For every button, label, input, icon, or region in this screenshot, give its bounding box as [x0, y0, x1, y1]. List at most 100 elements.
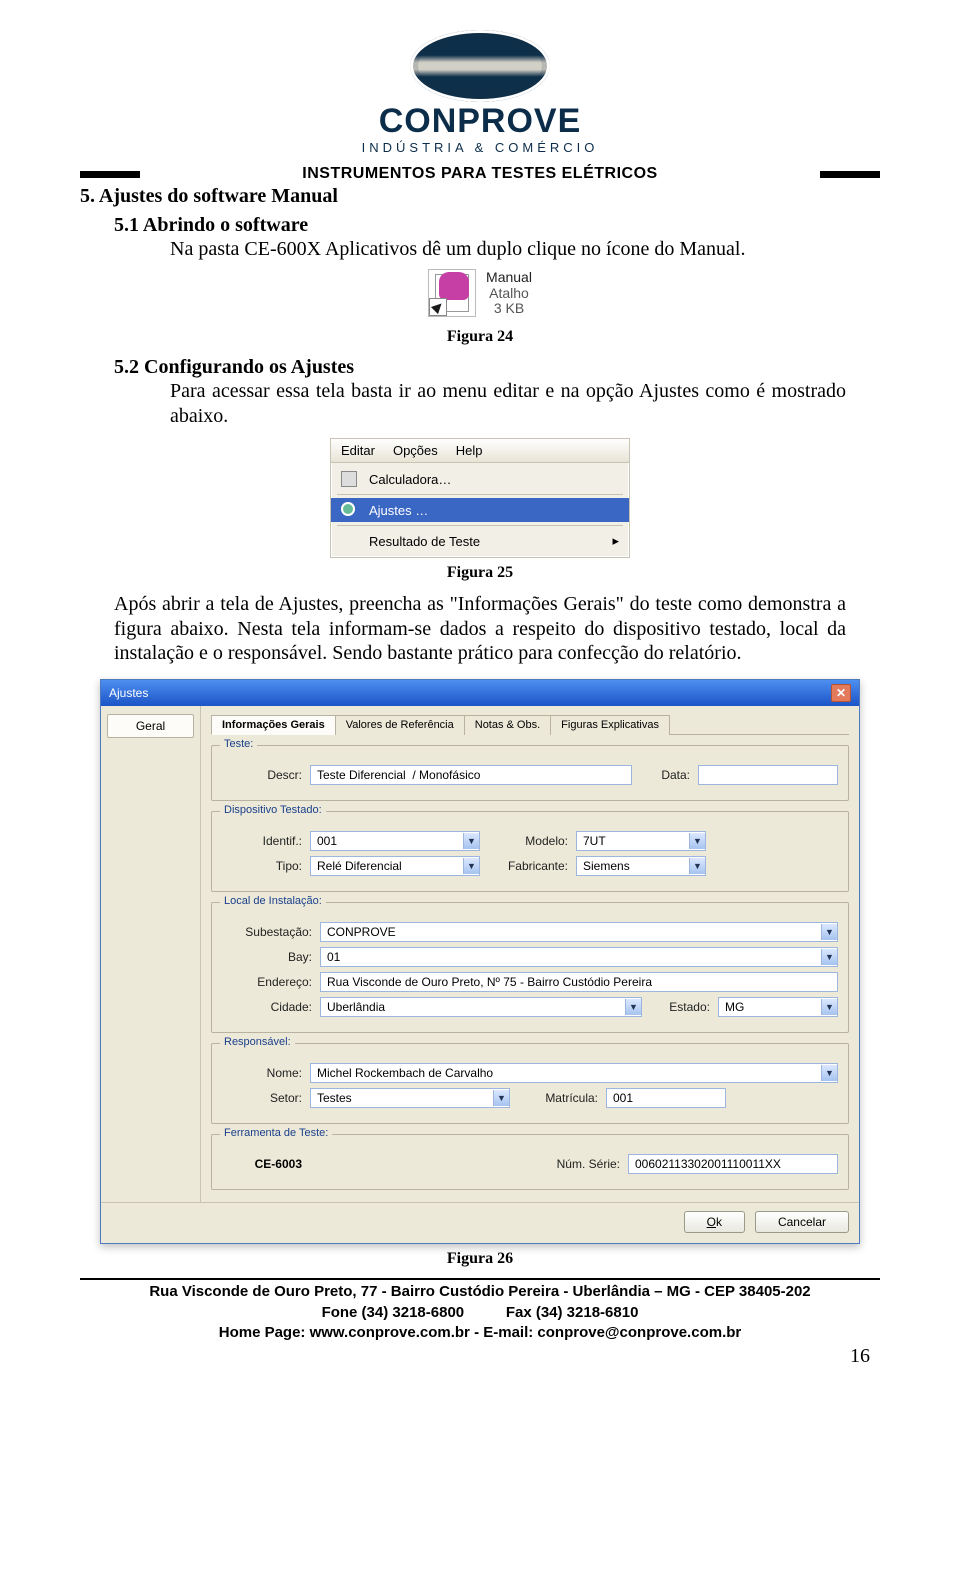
menu-editar[interactable]: Editar [341, 443, 375, 458]
logo-graphic [410, 30, 550, 102]
cancel-button[interactable]: Cancelar [755, 1211, 849, 1233]
footer-line-1: Rua Visconde de Ouro Preto, 77 - Bairro … [80, 1282, 880, 1302]
combo-value: CONPROVE [327, 925, 396, 939]
menu-separator [337, 525, 623, 526]
label-fabricante: Fabricante: [488, 859, 568, 873]
menu-item-label: Calculadora… [369, 472, 451, 487]
ok-button[interactable]: Ok [684, 1211, 745, 1233]
ferramenta-modelo: CE-6003 [222, 1157, 302, 1171]
figure-24: Manual Atalho 3 KB [80, 261, 880, 322]
menu-item-calculadora[interactable]: Calculadora… [331, 467, 629, 491]
menu-opcoes[interactable]: Opções [393, 443, 438, 458]
combo-value: 001 [317, 834, 337, 848]
menu-bar: Editar Opções Help [331, 439, 629, 463]
page-footer: Rua Visconde de Ouro Preto, 77 - Bairro … [80, 1278, 880, 1343]
label-num-serie: Núm. Série: [540, 1157, 620, 1171]
sidebar-item-geral[interactable]: Geral [107, 714, 194, 738]
chevron-down-icon: ▼ [821, 924, 837, 940]
group-legend: Responsável: [220, 1036, 295, 1048]
tab-informacoes-gerais[interactable]: Informações Gerais [211, 715, 336, 735]
menu-item-ajustes[interactable]: Ajustes … [331, 498, 629, 522]
label-subestacao: Subestação: [222, 925, 312, 939]
combo-value: Relé Diferencial [317, 859, 402, 873]
page-subtitle: INSTRUMENTOS PARA TESTES ELÉTRICOS [150, 165, 810, 183]
combo-setor[interactable]: Testes ▼ [310, 1088, 510, 1108]
shortcut-meta: Manual Atalho 3 KB [486, 270, 532, 316]
dialog-sidebar: Geral [101, 706, 201, 1202]
group-local: Local de Instalação: Subestação: CONPROV… [211, 902, 849, 1033]
group-legend: Ferramenta de Teste: [220, 1127, 332, 1139]
group-legend: Dispositivo Testado: [220, 804, 326, 816]
label-modelo: Modelo: [488, 834, 568, 848]
figure-24-caption: Figura 24 [80, 328, 880, 346]
group-legend: Teste: [220, 738, 257, 750]
gear-icon [341, 502, 359, 518]
chevron-down-icon: ▼ [821, 949, 837, 965]
chevron-right-icon: ▸ [612, 533, 619, 549]
label-nome: Nome: [222, 1066, 302, 1080]
tab-figuras-explicativas[interactable]: Figuras Explicativas [550, 715, 670, 735]
group-responsavel: Responsável: Nome: Michel Rockembach de … [211, 1043, 849, 1124]
combo-identif[interactable]: 001 ▼ [310, 831, 480, 851]
combo-cidade[interactable]: Uberlândia ▼ [320, 997, 642, 1017]
footer-line-2: Fone (34) 3218-6800 Fax (34) 3218-6810 [80, 1303, 880, 1323]
dialog-titlebar: Ajustes ✕ [101, 680, 859, 706]
paragraph-after-fig25: Após abrir a tela de Ajustes, preencha a… [114, 592, 846, 665]
label-matricula: Matrícula: [518, 1091, 598, 1105]
combo-value: 7UT [583, 834, 606, 848]
combo-bay[interactable]: 01 ▼ [320, 947, 838, 967]
label-descr: Descr: [222, 768, 302, 782]
dialog-main: Informações Gerais Valores de Referência… [201, 706, 859, 1202]
close-icon[interactable]: ✕ [831, 684, 851, 702]
label-cidade: Cidade: [222, 1000, 312, 1014]
chevron-down-icon: ▼ [493, 1090, 509, 1106]
label-bay: Bay: [222, 950, 312, 964]
menu-item-resultado[interactable]: Resultado de Teste ▸ [331, 529, 629, 553]
menu-help[interactable]: Help [456, 443, 483, 458]
combo-value: Michel Rockembach de Carvalho [317, 1066, 493, 1080]
combo-value: 01 [327, 950, 340, 964]
menu-separator [337, 494, 623, 495]
page-number: 16 [80, 1345, 880, 1368]
group-ferramenta: Ferramenta de Teste: CE-6003 Núm. Série: [211, 1134, 849, 1190]
label-setor: Setor: [222, 1091, 302, 1105]
combo-subestacao[interactable]: CONPROVE ▼ [320, 922, 838, 942]
dialog-title: Ajustes [109, 686, 148, 700]
combo-modelo[interactable]: 7UT ▼ [576, 831, 706, 851]
chevron-down-icon: ▼ [821, 1065, 837, 1081]
label-endereco: Endereço: [222, 975, 312, 989]
input-data[interactable] [698, 765, 838, 785]
combo-nome[interactable]: Michel Rockembach de Carvalho ▼ [310, 1063, 838, 1083]
menu-item-label: Ajustes … [369, 503, 428, 518]
combo-fabricante[interactable]: Siemens ▼ [576, 856, 706, 876]
input-endereco[interactable] [320, 972, 838, 992]
manual-shortcut: Manual Atalho 3 KB [428, 269, 532, 317]
chevron-down-icon: ▼ [689, 858, 705, 874]
footer-phone: Fone (34) 3218-6800 [322, 1304, 465, 1321]
combo-estado[interactable]: MG ▼ [718, 997, 838, 1017]
subtitle-row: INSTRUMENTOS PARA TESTES ELÉTRICOS [80, 165, 880, 183]
section-5-1-title: 5.1 Abrindo o software [114, 214, 880, 237]
input-num-serie[interactable] [628, 1154, 838, 1174]
combo-value: Testes [317, 1091, 352, 1105]
tab-valores-referencia[interactable]: Valores de Referência [335, 715, 465, 735]
section-5-title: 5. Ajustes do software Manual [80, 185, 880, 208]
input-matricula[interactable] [606, 1088, 726, 1108]
label-estado: Estado: [650, 1000, 710, 1014]
figure-25-caption: Figura 25 [80, 564, 880, 582]
menu-list: Calculadora… Ajustes … Resultado de Test… [331, 463, 629, 557]
label-tipo: Tipo: [222, 859, 302, 873]
dialog-button-row: Ok Cancelar [101, 1202, 859, 1243]
combo-tipo[interactable]: Relé Diferencial ▼ [310, 856, 480, 876]
rule-right [820, 171, 880, 178]
brand-subtitle: INDÚSTRIA & COMÉRCIO [80, 140, 880, 155]
company-logo-block: CONPROVE INDÚSTRIA & COMÉRCIO [80, 30, 880, 155]
label-data: Data: [640, 768, 690, 782]
ajustes-dialog: Ajustes ✕ Geral Informações Gerais Valor… [100, 679, 860, 1244]
dialog-body: Geral Informações Gerais Valores de Refe… [101, 706, 859, 1202]
tab-notas-obs[interactable]: Notas & Obs. [464, 715, 551, 735]
input-descr[interactable] [310, 765, 632, 785]
document-page: CONPROVE INDÚSTRIA & COMÉRCIO INSTRUMENT… [0, 0, 960, 1378]
group-legend: Local de Instalação: [220, 895, 326, 907]
chevron-down-icon: ▼ [463, 833, 479, 849]
